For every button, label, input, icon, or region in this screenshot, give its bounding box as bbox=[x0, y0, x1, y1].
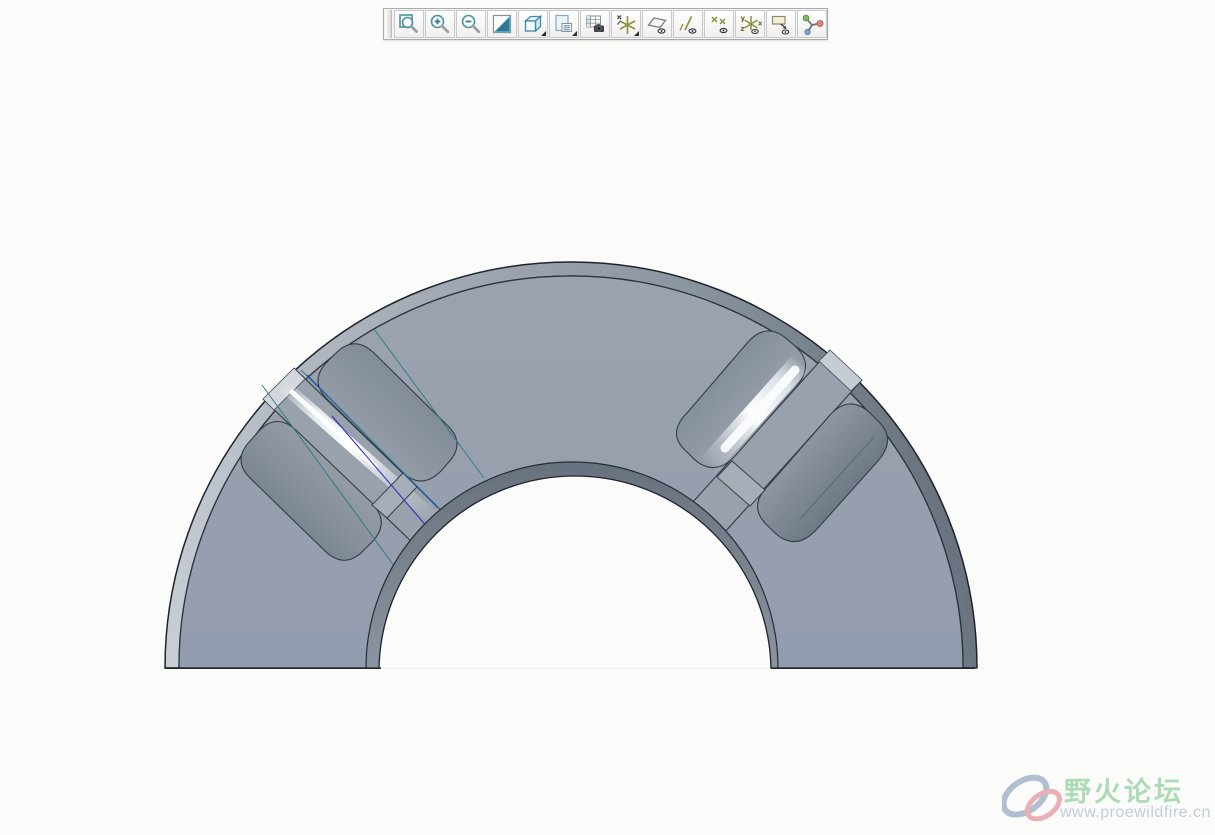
watermark-logo-icon bbox=[1002, 774, 1062, 822]
zoom-out-button[interactable] bbox=[456, 10, 486, 38]
dropdown-caret bbox=[634, 31, 639, 36]
dropdown-caret bbox=[572, 31, 577, 36]
annotation-display-button[interactable] bbox=[766, 10, 796, 38]
annotation-display-toggle-icon bbox=[771, 15, 790, 35]
spin-center-button[interactable] bbox=[797, 10, 827, 38]
refit-icon bbox=[492, 14, 512, 34]
spin-center-toggle-icon bbox=[802, 14, 824, 36]
watermark: 野火论坛 www.proewildfire.cn bbox=[1002, 768, 1212, 830]
dropdown-caret bbox=[541, 31, 546, 36]
csys-display-toggle-icon: y z x bbox=[741, 15, 762, 35]
zoom-in-button[interactable] bbox=[425, 10, 455, 38]
cad-canvas[interactable]: y z x 野火论坛 www.proewildfire.cn bbox=[0, 0, 1215, 835]
zoom-window-icon bbox=[399, 14, 418, 33]
svg-text:x: x bbox=[758, 20, 762, 28]
zoom-in-icon bbox=[430, 14, 450, 34]
svg-text:y: y bbox=[741, 15, 746, 23]
zoom-window-button[interactable] bbox=[394, 10, 424, 38]
toolbar-grip[interactable] bbox=[385, 10, 392, 38]
point-display-button[interactable] bbox=[704, 10, 734, 38]
zoom-out-icon bbox=[461, 14, 481, 34]
point-display-toggle-icon bbox=[711, 16, 728, 34]
view-manager-button[interactable] bbox=[549, 10, 579, 38]
plane-display-toggle-icon bbox=[647, 17, 667, 34]
named-views-button[interactable] bbox=[518, 10, 548, 38]
refit-button[interactable] bbox=[487, 10, 517, 38]
datum-display-button[interactable] bbox=[611, 10, 641, 38]
layers-button[interactable] bbox=[580, 10, 610, 38]
view-toolbar: y z x bbox=[383, 8, 828, 40]
axis-display-toggle-icon bbox=[679, 16, 697, 34]
layers-table-camera-icon bbox=[586, 15, 604, 32]
watermark-url[interactable]: www.proewildfire.cn bbox=[1060, 804, 1212, 822]
plane-display-button[interactable] bbox=[642, 10, 672, 38]
svg-text:z: z bbox=[741, 25, 745, 33]
csys-display-button[interactable]: y z x bbox=[735, 10, 765, 38]
half-ring-part bbox=[164, 261, 978, 669]
axis-display-button[interactable] bbox=[673, 10, 703, 38]
